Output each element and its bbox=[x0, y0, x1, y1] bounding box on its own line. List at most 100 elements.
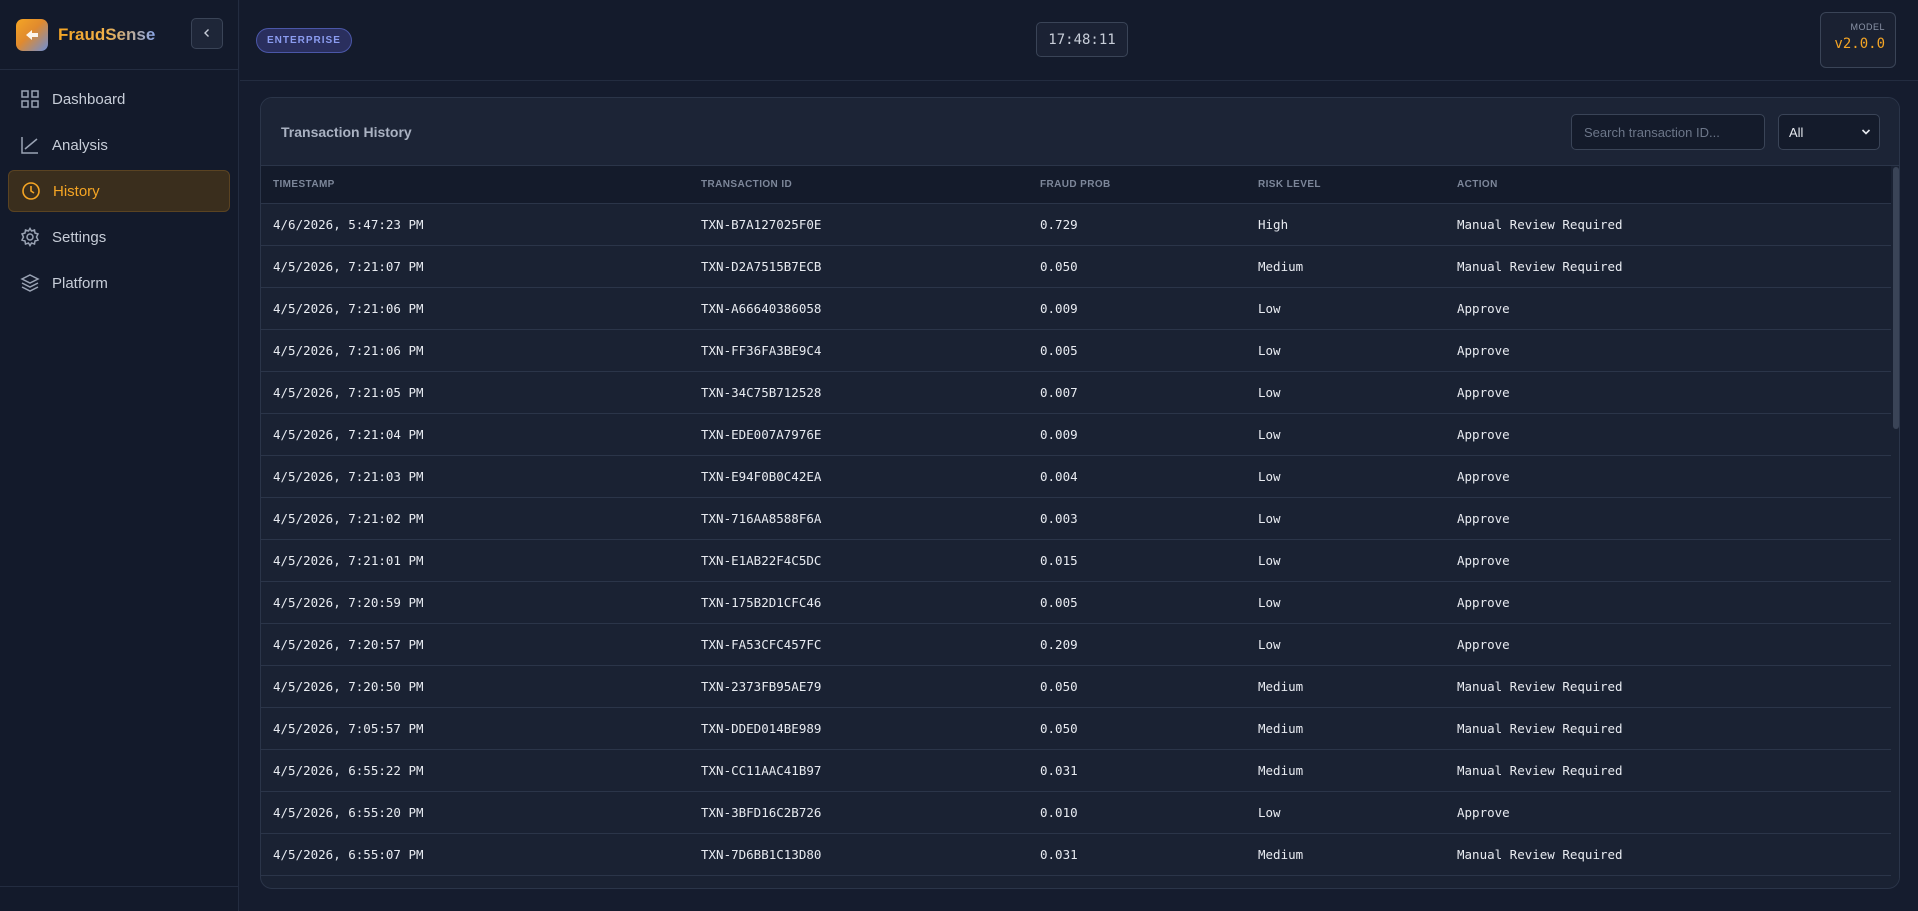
column-header-action[interactable]: ACTION bbox=[1457, 179, 1498, 190]
table-row[interactable]: 4/6/2026, 5:47:23 PM TXN-B7A127025F0E 0.72… bbox=[261, 204, 1891, 246]
transaction-id-cell: TXN-CC11AAC41B97 bbox=[701, 763, 822, 778]
sidebar-item-label: Dashboard bbox=[52, 90, 126, 108]
column-header-risk-level[interactable]: RISK LEVEL bbox=[1258, 179, 1321, 190]
action-cell: Manual Review Required bbox=[1457, 259, 1623, 274]
risk-level-cell: Medium bbox=[1258, 721, 1304, 736]
panel-header: Transaction History All bbox=[261, 98, 1899, 166]
timestamp-cell: 4/5/2026, 7:05:57 PM bbox=[273, 721, 424, 736]
action-cell: Manual Review Required bbox=[1457, 721, 1623, 736]
chart-line-icon bbox=[20, 135, 40, 155]
sidebar-item-label: Settings bbox=[52, 228, 107, 246]
risk-level-cell: Medium bbox=[1258, 259, 1304, 274]
table-row[interactable]: 4/5/2026, 7:21:05 PM TXN-34C75B712528 0.00… bbox=[261, 372, 1891, 414]
timestamp-cell: 4/5/2026, 6:55:22 PM bbox=[273, 763, 424, 778]
risk-level-cell: Low bbox=[1258, 511, 1281, 526]
risk-level-cell: Low bbox=[1258, 553, 1281, 568]
timestamp-cell: 4/6/2026, 5:47:23 PM bbox=[273, 217, 424, 232]
fraud-prob-cell: 0.004 bbox=[1040, 469, 1078, 484]
action-cell: Manual Review Required bbox=[1457, 847, 1623, 862]
transaction-id-cell: TXN-7D6BB1C13D80 bbox=[701, 847, 822, 862]
column-header-timestamp[interactable]: TIMESTAMP bbox=[273, 179, 335, 190]
transaction-id-cell: TXN-FF36FA3BE9C4 bbox=[701, 343, 822, 358]
table-row[interactable]: 4/5/2026, 7:21:03 PM TXN-E94F0B0C42EA 0.00… bbox=[261, 456, 1891, 498]
action-cell: Approve bbox=[1457, 301, 1510, 316]
table-row[interactable]: 4/5/2026, 7:20:59 PM TXN-175B2D1CFC46 0.00… bbox=[261, 582, 1891, 624]
table-row[interactable]: 4/5/2026, 7:20:50 PM TXN-2373FB95AE79 0.05… bbox=[261, 666, 1891, 708]
action-cell: Approve bbox=[1457, 343, 1510, 358]
timestamp-cell: 4/5/2026, 7:20:57 PM bbox=[273, 637, 424, 652]
timestamp-cell: 4/5/2026, 7:21:04 PM bbox=[273, 427, 424, 442]
sidebar-item-label: History bbox=[53, 182, 100, 200]
action-cell: Approve bbox=[1457, 595, 1510, 610]
table-row[interactable]: 4/5/2026, 7:05:57 PM TXN-DDED014BE989 0.05… bbox=[261, 708, 1891, 750]
scrollbar-thumb[interactable] bbox=[1893, 167, 1899, 429]
risk-filter-select[interactable]: All bbox=[1778, 114, 1880, 150]
sidebar-item-settings[interactable]: Settings bbox=[8, 216, 230, 258]
action-cell: Manual Review Required bbox=[1457, 763, 1623, 778]
sidebar-item-platform[interactable]: Platform bbox=[8, 262, 230, 304]
table-header: TIMESTAMP TRANSACTION ID FRAUD PROB RISK… bbox=[261, 166, 1891, 204]
collapse-sidebar-button[interactable] bbox=[191, 18, 223, 49]
sidebar-item-history[interactable]: History bbox=[8, 170, 230, 212]
fraud-prob-cell: 0.050 bbox=[1040, 679, 1078, 694]
transaction-id-cell: TXN-E94F0B0C42EA bbox=[701, 469, 822, 484]
table-scrollbar[interactable] bbox=[1892, 167, 1899, 888]
sidebar-item-analysis[interactable]: Analysis bbox=[8, 124, 230, 166]
transaction-id-cell: TXN-A66640386058 bbox=[701, 301, 822, 316]
fraud-prob-cell: 0.003 bbox=[1040, 511, 1078, 526]
fraud-prob-cell: 0.007 bbox=[1040, 385, 1078, 400]
risk-level-cell: Medium bbox=[1258, 847, 1304, 862]
chevron-down-icon bbox=[1861, 125, 1871, 140]
transaction-history-panel: Transaction History All TIMESTAMP TRANSA… bbox=[260, 97, 1900, 889]
clock-icon bbox=[21, 181, 41, 201]
timestamp-cell: 4/5/2026, 7:21:07 PM bbox=[273, 259, 424, 274]
action-cell: Manual Review Required bbox=[1457, 217, 1623, 232]
risk-level-cell: Low bbox=[1258, 469, 1281, 484]
timestamp-cell: 4/5/2026, 6:55:20 PM bbox=[273, 805, 424, 820]
divider bbox=[0, 886, 239, 887]
gear-icon bbox=[20, 227, 40, 247]
search-input[interactable] bbox=[1571, 114, 1765, 150]
transaction-id-cell: TXN-DDED014BE989 bbox=[701, 721, 822, 736]
table-row[interactable]: 4/5/2026, 7:20:57 PM TXN-FA53CFC457FC 0.20… bbox=[261, 624, 1891, 666]
action-cell: Approve bbox=[1457, 511, 1510, 526]
transaction-id-cell: TXN-3BFD16C2B726 bbox=[701, 805, 822, 820]
fraud-prob-cell: 0.015 bbox=[1040, 553, 1078, 568]
model-version: v2.0.0 bbox=[1834, 36, 1885, 52]
table-row[interactable]: 4/5/2026, 7:21:06 PM TXN-FF36FA3BE9C4 0.00… bbox=[261, 330, 1891, 372]
timestamp-cell: 4/5/2026, 7:21:06 PM bbox=[273, 301, 424, 316]
risk-level-cell: Low bbox=[1258, 637, 1281, 652]
fraud-prob-cell: 0.031 bbox=[1040, 763, 1078, 778]
chevron-left-icon bbox=[202, 25, 212, 43]
fraud-prob-cell: 0.209 bbox=[1040, 637, 1078, 652]
table-row[interactable]: 4/5/2026, 7:21:07 PM TXN-D2A7515B7ECB 0.05… bbox=[261, 246, 1891, 288]
transaction-id-cell: TXN-E1AB22F4C5DC bbox=[701, 553, 822, 568]
table-row[interactable]: 4/5/2026, 7:21:02 PM TXN-716AA8588F6A 0.00… bbox=[261, 498, 1891, 540]
transaction-id-cell: TXN-175B2D1CFC46 bbox=[701, 595, 822, 610]
fraud-prob-cell: 0.010 bbox=[1040, 805, 1078, 820]
action-cell: Manual Review Required bbox=[1457, 679, 1623, 694]
table-row[interactable]: 4/5/2026, 7:21:01 PM TXN-E1AB22F4C5DC 0.01… bbox=[261, 540, 1891, 582]
table-row[interactable]: 4/5/2026, 6:55:20 PM TXN-3BFD16C2B726 0.01… bbox=[261, 792, 1891, 834]
sidebar-nav: Dashboard Analysis History Settings Plat… bbox=[0, 70, 238, 304]
table-row[interactable]: 4/5/2026, 7:21:06 PM TXN-A66640386058 0.00… bbox=[261, 288, 1891, 330]
risk-level-cell: Low bbox=[1258, 595, 1281, 610]
timestamp-cell: 4/5/2026, 7:21:05 PM bbox=[273, 385, 424, 400]
column-header-fraud-prob[interactable]: FRAUD PROB bbox=[1040, 179, 1111, 190]
action-cell: Approve bbox=[1457, 805, 1510, 820]
table-row[interactable]: 4/5/2026, 7:21:04 PM TXN-EDE007A7976E 0.00… bbox=[261, 414, 1891, 456]
fraud-prob-cell: 0.009 bbox=[1040, 301, 1078, 316]
table-row[interactable]: 4/5/2026, 6:55:22 PM TXN-CC11AAC41B97 0.03… bbox=[261, 750, 1891, 792]
risk-level-cell: Low bbox=[1258, 385, 1281, 400]
fraud-prob-cell: 0.005 bbox=[1040, 343, 1078, 358]
model-version-card: MODEL v2.0.0 bbox=[1820, 12, 1896, 68]
column-header-transaction-id[interactable]: TRANSACTION ID bbox=[701, 179, 792, 190]
action-cell: Approve bbox=[1457, 469, 1510, 484]
transaction-id-cell: TXN-EDE007A7976E bbox=[701, 427, 822, 442]
transaction-id-cell: TXN-34C75B712528 bbox=[701, 385, 822, 400]
table-row[interactable]: 4/5/2026, 6:55:07 PM TXN-7D6BB1C13D80 0.03… bbox=[261, 834, 1891, 876]
sidebar-item-dashboard[interactable]: Dashboard bbox=[8, 78, 230, 120]
risk-level-cell: Low bbox=[1258, 427, 1281, 442]
table-body: 4/6/2026, 5:47:23 PM TXN-B7A127025F0E 0.72… bbox=[261, 204, 1899, 876]
timestamp-cell: 4/5/2026, 7:20:59 PM bbox=[273, 595, 424, 610]
